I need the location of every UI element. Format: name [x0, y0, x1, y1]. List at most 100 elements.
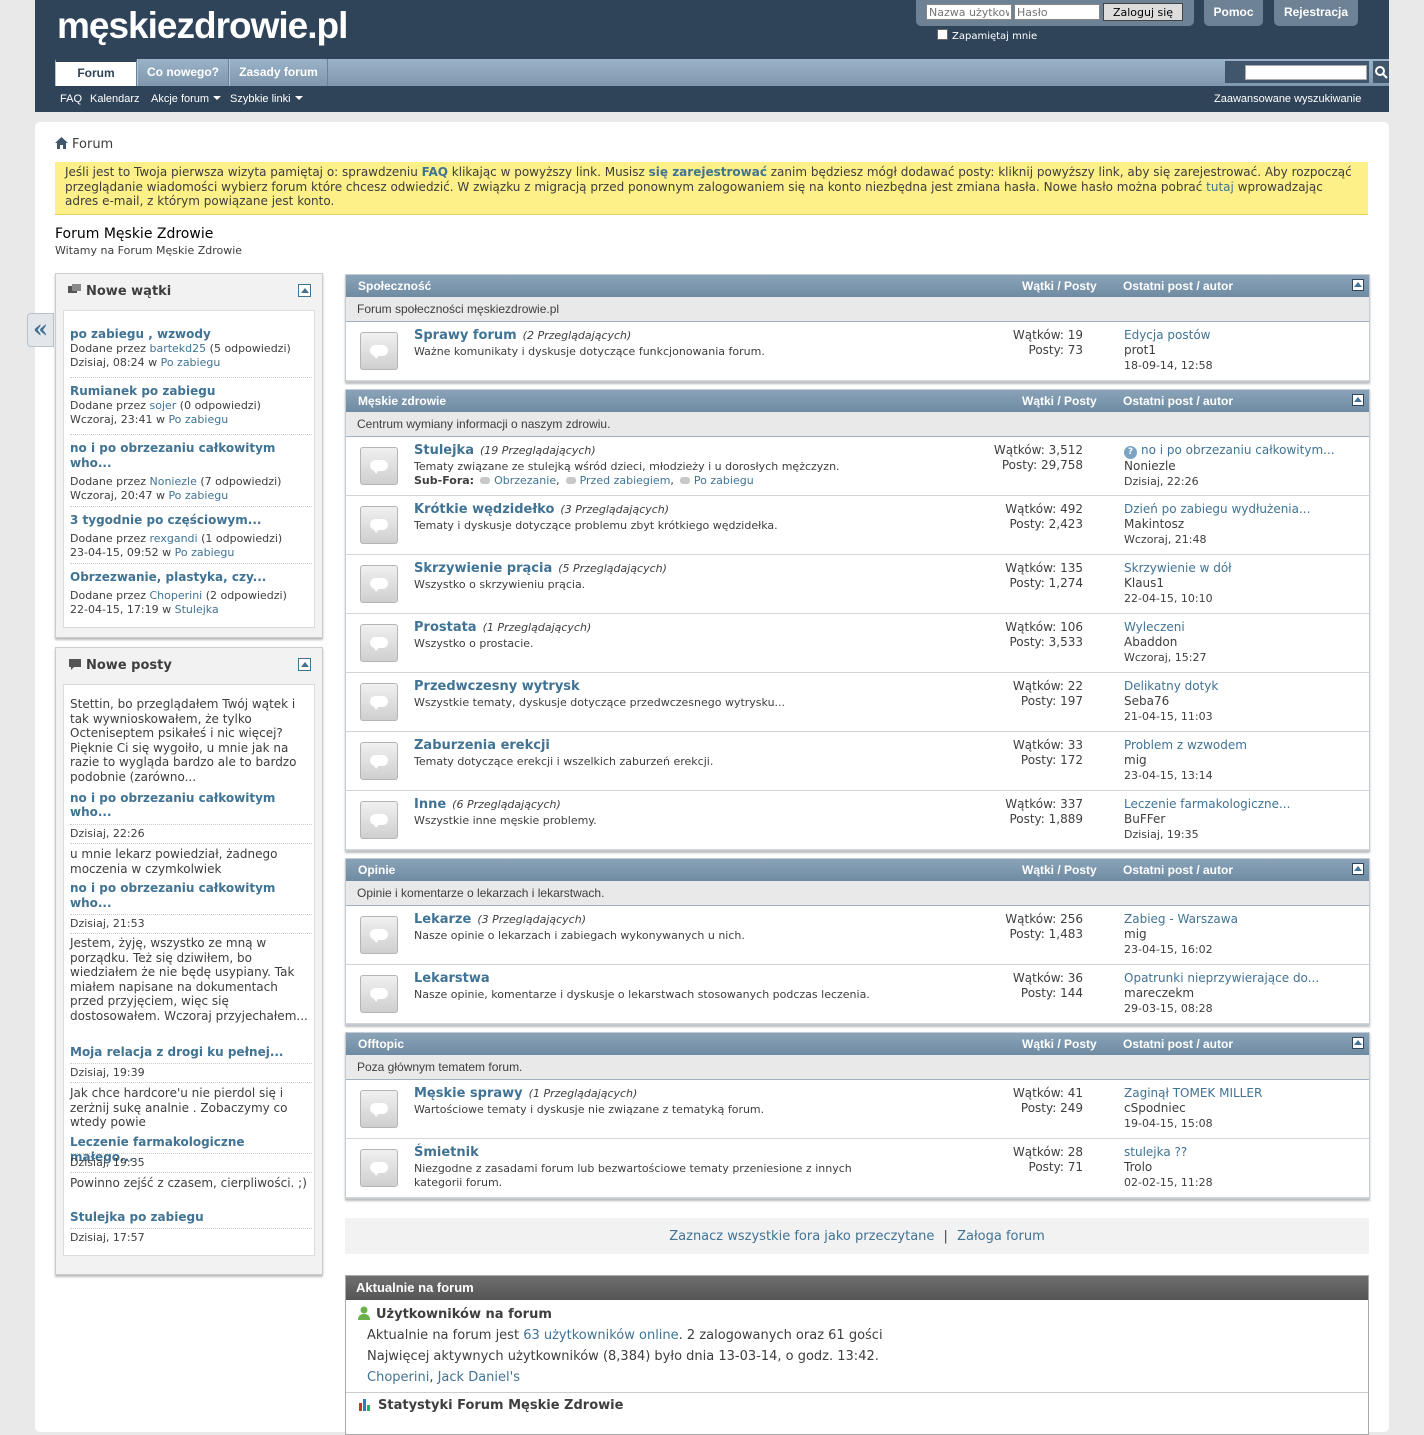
sidebar-new-posts: Nowe posty Stettin, bo przeglądałem Twój…: [55, 647, 323, 1275]
last-post-user[interactable]: cSpodniec: [1124, 1101, 1364, 1116]
forum-title-link[interactable]: Przedwczesny wytrysk: [414, 679, 580, 694]
home-icon[interactable]: [55, 137, 68, 149]
username-input[interactable]: [926, 4, 1012, 20]
last-post-title-link[interactable]: Problem z wzwodem: [1124, 738, 1247, 752]
forum-title-link[interactable]: Stulejka: [414, 443, 474, 458]
collapse-icon[interactable]: [1352, 279, 1364, 291]
subforum-link[interactable]: Po zabiegu: [694, 474, 754, 487]
last-post-title-link[interactable]: Zabieg - Warszawa: [1124, 912, 1238, 926]
search-button[interactable]: [1373, 61, 1389, 83]
thread-title[interactable]: 3 tygodnie po częściowym...: [70, 513, 312, 528]
help-button[interactable]: Pomoc: [1204, 0, 1263, 26]
collapse-icon[interactable]: [298, 658, 311, 671]
last-post-title-link[interactable]: Dzień po zabiegu wydłużenia...: [1124, 502, 1310, 516]
last-post-title-link[interactable]: Zaginął TOMEK MILLER: [1124, 1086, 1262, 1100]
subnav-faq[interactable]: FAQ: [60, 93, 82, 105]
forum-title-link[interactable]: Śmietnik: [414, 1145, 479, 1160]
forum-link[interactable]: Po zabiegu: [161, 356, 221, 369]
post-thread-title[interactable]: Stulejka po zabiegu: [70, 1210, 312, 1225]
forum-title-link[interactable]: Zaburzenia erekcji: [414, 738, 550, 753]
subnav-calendar[interactable]: Kalendarz: [90, 93, 140, 105]
search-input[interactable]: [1245, 65, 1367, 80]
forum-link[interactable]: Stulejka: [175, 603, 219, 616]
last-post-user[interactable]: Trolo: [1124, 1160, 1364, 1175]
remember-me[interactable]: Zapamiętaj mnie: [937, 29, 1037, 42]
thread-title[interactable]: no i po obrzezaniu całkowitym who...: [70, 441, 312, 471]
reset-password-link[interactable]: tutaj: [1206, 180, 1234, 194]
post-thread-title[interactable]: Moja relacja z drogi ku pełnej...: [70, 1045, 312, 1060]
last-post-title-link[interactable]: no i po obrzezaniu całkowitym...: [1141, 443, 1335, 457]
last-post-user[interactable]: Abaddon: [1124, 635, 1364, 650]
collapse-icon[interactable]: [1352, 394, 1364, 406]
collapse-icon[interactable]: [1352, 1037, 1364, 1049]
forum-stats: Wątków: 3,512 Posty: 29,758: [994, 443, 1083, 473]
subforum-link[interactable]: Obrzezanie: [494, 474, 556, 487]
user-link[interactable]: Choperini: [149, 589, 202, 602]
forum-title-link[interactable]: Krótkie wędzidełko: [414, 502, 554, 517]
forum-staff-link[interactable]: Załoga forum: [957, 1229, 1045, 1244]
last-post-title-link[interactable]: Opatrunki nieprzywierające do...: [1124, 971, 1319, 985]
forum-title-link[interactable]: Męskie sprawy: [414, 1086, 523, 1101]
last-post-title-link[interactable]: Edycja postów: [1124, 328, 1210, 342]
login-button[interactable]: Zaloguj się: [1103, 3, 1183, 21]
user-link[interactable]: Jack Daniel's: [438, 1370, 520, 1385]
subnav-quick-links[interactable]: Szybkie linki: [230, 93, 303, 105]
user-link[interactable]: sojer: [149, 399, 176, 412]
post-thread-title[interactable]: no i po obrzezaniu całkowitym who...: [70, 881, 312, 911]
register-button[interactable]: Rejestracja: [1274, 0, 1358, 26]
forum-link[interactable]: Po zabiegu: [168, 489, 228, 502]
thread-title[interactable]: po zabiegu , wzwody: [70, 327, 312, 342]
last-post-user[interactable]: Noniezle: [1124, 459, 1364, 474]
mark-all-read-link[interactable]: Zaznacz wszystkie fora jako przeczytane: [669, 1229, 934, 1244]
tab-whats-new[interactable]: Co nowego?: [137, 59, 229, 86]
user-link[interactable]: Noniezle: [149, 475, 196, 488]
register-link[interactable]: się zarejestrować: [649, 165, 767, 179]
tab-forum-rules[interactable]: Zasady forum: [229, 59, 328, 86]
remember-checkbox[interactable]: [937, 29, 948, 40]
thread-title[interactable]: Rumianek po zabiegu: [70, 384, 312, 399]
category-title[interactable]: Męskie zdrowie: [358, 390, 446, 412]
subnav-forum-actions[interactable]: Akcje forum: [151, 93, 222, 105]
collapse-icon[interactable]: [298, 284, 311, 297]
category-title[interactable]: Opinie: [358, 859, 395, 881]
last-post-user[interactable]: Makintosz: [1124, 517, 1364, 532]
faq-link[interactable]: FAQ: [422, 165, 448, 179]
last-post-title-link[interactable]: Skrzywienie w dół: [1124, 561, 1232, 575]
last-post-title-link[interactable]: Leczenie farmakologiczne...: [1124, 797, 1290, 811]
forum-link[interactable]: Po zabiegu: [175, 546, 235, 559]
forum-title-link[interactable]: Sprawy forum: [414, 328, 517, 343]
collapse-icon[interactable]: [1352, 863, 1364, 875]
online-users-link[interactable]: 63 użytkowników online: [523, 1328, 678, 1343]
collapse-sidebar-button[interactable]: «: [27, 313, 54, 347]
last-post-user[interactable]: mig: [1124, 927, 1364, 942]
forum-link[interactable]: Po zabiegu: [168, 413, 228, 426]
category-title[interactable]: Społeczność: [358, 275, 431, 297]
last-post-user[interactable]: mig: [1124, 753, 1364, 768]
post-thread-title[interactable]: no i po obrzezaniu całkowitym who...: [70, 791, 312, 819]
forum-title-link[interactable]: Inne: [414, 797, 446, 812]
category-title[interactable]: Offtopic: [358, 1033, 404, 1055]
user-link[interactable]: bartekd25: [149, 342, 206, 355]
subforum-link[interactable]: Przed zabiegiem: [580, 474, 671, 487]
last-post-user[interactable]: BuFFer: [1124, 812, 1364, 827]
forum-title-link[interactable]: Lekarstwa: [414, 971, 490, 986]
last-post-user[interactable]: mareczekm: [1124, 986, 1364, 1001]
forum-title-link[interactable]: Lekarze: [414, 912, 471, 927]
last-post-user[interactable]: prot1: [1124, 343, 1364, 358]
post-count: Posty: 29,758: [1001, 458, 1083, 472]
last-post-title-link[interactable]: Wyleczeni: [1124, 620, 1185, 634]
password-input[interactable]: [1014, 4, 1100, 20]
forum-title-link[interactable]: Skrzywienie prącia: [414, 561, 552, 576]
last-post-title-link[interactable]: Delikatny dotyk: [1124, 679, 1218, 693]
last-post-user[interactable]: Klaus1: [1124, 576, 1364, 591]
forum-title-link[interactable]: Prostata: [414, 620, 477, 635]
thread-title[interactable]: Obrzezwanie, plastyka, czy...: [70, 570, 312, 585]
advanced-search-link[interactable]: Zaawansowane wyszukiwanie: [1214, 93, 1361, 105]
user-link[interactable]: Choperini: [367, 1370, 429, 1385]
breadcrumb-forum[interactable]: Forum: [72, 137, 113, 152]
last-post-title-link[interactable]: stulejka ??: [1124, 1145, 1187, 1159]
tab-forum[interactable]: Forum: [55, 59, 137, 86]
last-post-user[interactable]: Seba76: [1124, 694, 1364, 709]
user-link[interactable]: rexgandi: [149, 532, 197, 545]
site-logo[interactable]: męskiezdrowie.pl: [57, 5, 348, 47]
